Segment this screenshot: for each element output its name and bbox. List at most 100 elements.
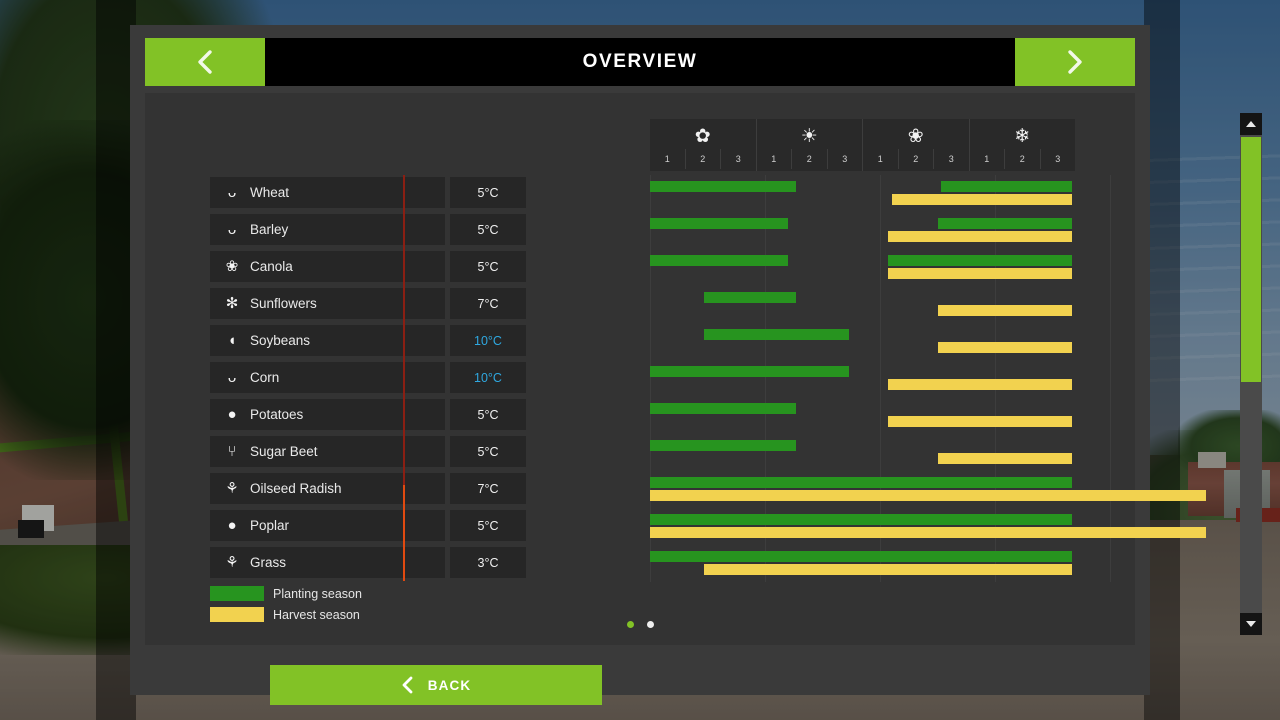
crop-name-cell[interactable]: ⚘ Oilseed Radish	[210, 473, 445, 504]
crop-season-bars	[650, 323, 1111, 360]
soybean-icon: ◖	[227, 332, 237, 349]
crop-name-cell[interactable]: ᴗ Corn	[210, 362, 445, 393]
gridline	[650, 286, 651, 323]
gridline	[880, 360, 881, 397]
table-row[interactable]: ◖ Soybeans 10°C	[210, 323, 1111, 360]
table-row[interactable]: ● Poplar 5°C	[210, 508, 1206, 545]
harvest-season-bar	[887, 268, 1072, 279]
crop-temperature-cell: 5°C	[450, 399, 526, 430]
harvest-season-bar	[887, 416, 1072, 427]
gridline	[1110, 212, 1111, 249]
crop-name-cell[interactable]: ᴗ Wheat	[210, 177, 445, 208]
crop-name-label: Soybeans	[250, 333, 311, 348]
month-labels: 12 3	[863, 149, 969, 169]
crop-temperature-cell: 7°C	[450, 473, 526, 504]
gridline	[1110, 286, 1111, 323]
dialog-header: OVERVIEW	[145, 38, 1135, 86]
crop-calendar-panel: ✿ 1 2 3 ☀ 1 2 3 ❀ 1 2 3 ❄ 1 2 3 ᴗ Wheat 5°C ᴗ Barley 5°C ❀ Can…	[145, 93, 1206, 645]
planting-season-bar	[703, 292, 796, 303]
crop-temperature-cell: 5°C	[450, 177, 526, 208]
scrollbar-thumb[interactable]	[1241, 137, 1261, 382]
page-indicator	[130, 621, 1150, 628]
crop-name-label: Corn	[250, 370, 280, 385]
corn-icon: ᴗ	[227, 369, 237, 386]
month-labels: 12 3	[650, 149, 756, 169]
table-row[interactable]: ⑂ Sugar Beet 5°C	[210, 434, 1111, 471]
page-dot[interactable]	[626, 621, 634, 628]
gridline	[880, 434, 881, 471]
gridline	[880, 212, 881, 249]
planting-season-bar	[887, 255, 1072, 266]
crop-name-label: Canola	[250, 259, 293, 274]
barley-icon: ᴗ	[227, 221, 237, 238]
crop-temperature-cell: 7°C	[450, 288, 526, 319]
table-row[interactable]: ᴗ Wheat 5°C	[210, 175, 1111, 212]
gridline	[880, 323, 881, 360]
month-label: 3	[1055, 154, 1061, 164]
gridline	[880, 397, 881, 434]
crop-name-cell[interactable]: ● Potatoes	[210, 399, 445, 430]
harvest-season-bar	[891, 194, 1072, 205]
table-row[interactable]: ᴗ Corn 10°C	[210, 360, 1111, 397]
table-row[interactable]: ⚘ Grass 3°C	[210, 545, 1111, 582]
crop-name-cell[interactable]: ⑂ Sugar Beet	[210, 436, 445, 467]
crop-name-cell[interactable]: ✻ Sunflowers	[210, 288, 445, 319]
page-dot[interactable]	[646, 621, 654, 628]
vertical-scrollbar[interactable]	[1240, 113, 1262, 635]
season-column-summer: ☀ 1 2 3	[757, 119, 863, 171]
scroll-up-button[interactable]	[1240, 113, 1262, 135]
harvest-season-bar	[887, 379, 1072, 390]
chevron-left-icon	[198, 50, 212, 74]
gridline	[1110, 175, 1111, 212]
table-row[interactable]: ✻ Sunflowers 7°C	[210, 286, 1111, 323]
planting-season-bar	[650, 181, 796, 192]
crop-name-label: Barley	[250, 222, 289, 237]
crop-temperature-value: 7°C	[477, 296, 499, 311]
season-header-row: ✿ 1 2 3 ☀ 1 2 3 ❀ 1 2 3 ❄ 1 2 3	[650, 119, 1075, 171]
back-button[interactable]: BACK	[270, 665, 602, 705]
snowflake-icon: ❄	[1014, 125, 1031, 147]
next-page-button[interactable]	[1015, 38, 1135, 86]
crop-name-cell[interactable]: ◖ Soybeans	[210, 325, 445, 356]
crop-temperature-value: 5°C	[477, 444, 499, 459]
planting-season-bar	[703, 329, 850, 340]
gridline	[1110, 545, 1111, 582]
crop-name-cell[interactable]: ⚘ Grass	[210, 547, 445, 578]
crop-name-cell[interactable]: ❀ Canola	[210, 251, 445, 282]
triangle-up-icon	[1246, 121, 1256, 127]
month-label: 1	[863, 149, 899, 169]
crop-name-cell[interactable]: ᴗ Barley	[210, 214, 445, 245]
crop-name-label: Potatoes	[250, 407, 304, 422]
month-label: 2	[792, 149, 828, 169]
legend-swatch	[210, 586, 264, 601]
gridline	[1110, 249, 1111, 286]
scroll-down-button[interactable]	[1240, 613, 1262, 635]
table-row[interactable]: ᴗ Barley 5°C	[210, 212, 1111, 249]
month-label: 3	[948, 154, 954, 164]
month-label: 2	[899, 149, 934, 169]
table-row[interactable]: ● Potatoes 5°C	[210, 397, 1111, 434]
month-label: 3	[735, 154, 741, 164]
table-row[interactable]: ⚘ Oilseed Radish 7°C	[210, 471, 1206, 508]
crop-temperature-cell: 5°C	[450, 251, 526, 282]
crop-season-bars	[650, 397, 1111, 434]
crop-name-label: Sugar Beet	[250, 444, 318, 459]
previous-page-button[interactable]	[145, 38, 265, 86]
gridline	[880, 175, 881, 212]
planting-season-bar	[937, 218, 1072, 229]
crop-name-cell[interactable]: ● Poplar	[210, 510, 445, 541]
wheat-icon: ᴗ	[227, 184, 237, 201]
crop-temperature-value: 5°C	[477, 518, 499, 533]
legend-item: Planting season	[210, 583, 362, 604]
crop-temperature-value: 3°C	[477, 555, 499, 570]
season-column-winter: ❄ 1 2 3	[970, 119, 1076, 171]
potato-icon: ●	[227, 406, 237, 423]
harvest-season-bar	[650, 527, 1206, 538]
page-title: OVERVIEW	[582, 51, 698, 72]
season-column-autumn: ❀ 1 2 3	[863, 119, 970, 171]
month-label: 1	[757, 149, 792, 169]
crop-name-label: Poplar	[250, 518, 290, 533]
month-labels: 12 3	[970, 149, 1076, 169]
crop-season-bars	[650, 286, 1111, 323]
table-row[interactable]: ❀ Canola 5°C	[210, 249, 1111, 286]
